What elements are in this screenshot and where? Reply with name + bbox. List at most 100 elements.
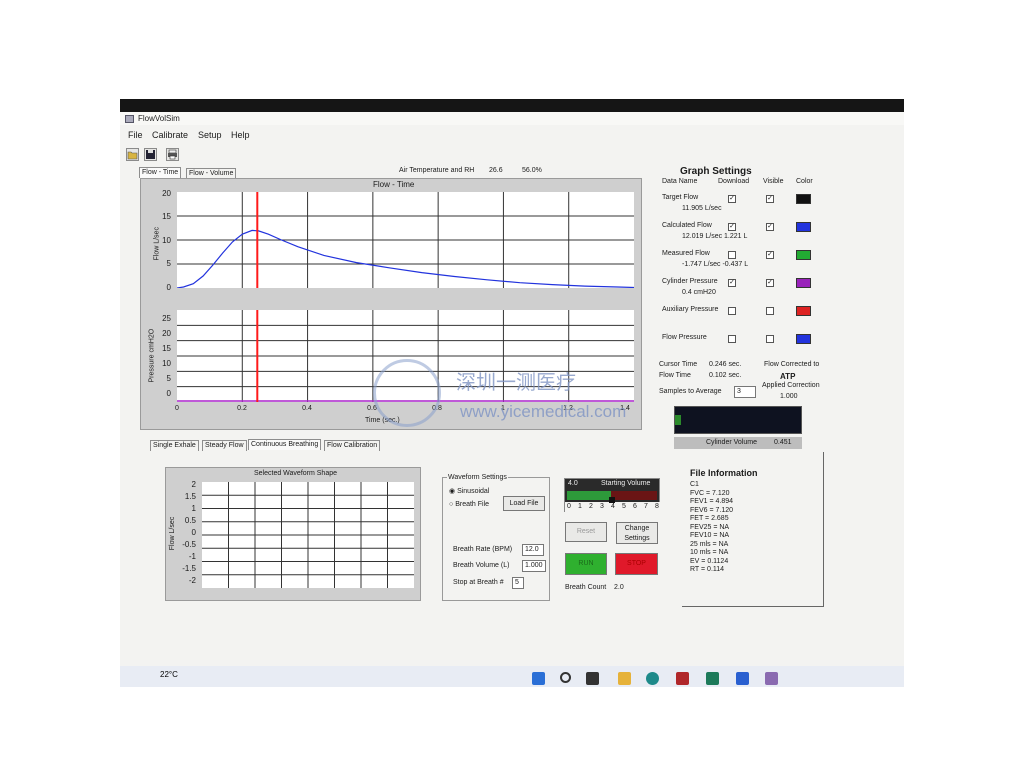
run-button[interactable]: RUN: [565, 553, 607, 575]
download-checkbox[interactable]: [728, 251, 736, 259]
task-view-icon[interactable]: [586, 672, 599, 685]
graph-row-value: 11.905 L/sec: [682, 205, 722, 212]
app-icon-blue[interactable]: [736, 672, 749, 685]
file-info-line: FEV25 = NA: [690, 523, 730, 531]
radio-sinusoidal[interactable]: ◉ Sinusoidal: [449, 487, 489, 495]
menu-file[interactable]: File: [128, 130, 143, 140]
graph-row-value: 0.4 cmH20: [682, 289, 716, 296]
app-window: FlowVolSim File Calibrate Setup Help Flo…: [120, 112, 904, 667]
flow-time-plot[interactable]: [176, 192, 635, 289]
download-checkbox[interactable]: ✓: [728, 223, 736, 231]
menu-setup[interactable]: Setup: [198, 130, 222, 140]
tab-continuous-breathing[interactable]: Continuous Breathing: [248, 439, 322, 450]
windows-start-icon[interactable]: [532, 672, 545, 685]
color-swatch[interactable]: [796, 306, 811, 316]
cylinder-volume-value: 0.451: [774, 439, 792, 446]
change-settings-button[interactable]: Change Settings: [616, 522, 658, 544]
cylinder-volume-label: Cylinder Volume: [706, 439, 757, 446]
flow-ytick: 5: [166, 259, 171, 268]
file-info-line: FEV1 = 4.894: [690, 498, 734, 505]
visible-checkbox[interactable]: [766, 335, 774, 343]
samples-input[interactable]: 3: [734, 386, 756, 398]
file-info-line: 25 mls = NA: [690, 540, 729, 548]
search-icon[interactable]: [560, 672, 571, 683]
download-checkbox[interactable]: ✓: [728, 279, 736, 287]
color-swatch[interactable]: [796, 222, 811, 232]
pressure-ytick: 25: [162, 314, 171, 323]
app-icon-green[interactable]: [706, 672, 719, 685]
file-info-line: FVC = 7.120: [690, 489, 730, 497]
stop-button[interactable]: STOP: [615, 553, 658, 575]
open-folder-icon[interactable]: [126, 148, 139, 161]
wave-ytick: 1: [191, 504, 196, 513]
pressure-ytick: 15: [162, 344, 171, 353]
tab-single-exhale[interactable]: Single Exhale: [150, 440, 199, 451]
color-swatch[interactable]: [796, 278, 811, 288]
file-info-line: FET = 2.685: [690, 515, 729, 522]
reset-button[interactable]: Reset: [565, 522, 607, 542]
color-swatch[interactable]: [796, 250, 811, 260]
download-checkbox[interactable]: ✓: [728, 195, 736, 203]
edge-icon[interactable]: [646, 672, 659, 685]
waveform-chart-title: Selected Waveform Shape: [254, 470, 338, 477]
visible-checkbox[interactable]: ✓: [766, 223, 774, 231]
graph-row-value: 12.019 L/sec 1.221 L: [682, 233, 748, 240]
cylinder-volume-bar: [674, 406, 802, 434]
color-swatch[interactable]: [796, 334, 811, 344]
visible-checkbox[interactable]: ✓: [766, 251, 774, 259]
save-icon[interactable]: [144, 148, 157, 161]
tab-flow-calibration[interactable]: Flow Calibration: [324, 440, 381, 451]
visible-checkbox[interactable]: ✓: [766, 195, 774, 203]
x-tick: 0.4: [302, 405, 312, 412]
volume-scale-tick: 1: [578, 503, 582, 510]
download-checkbox[interactable]: [728, 307, 736, 315]
applied-correction-label: Applied Correction: [762, 382, 820, 389]
breath-rate-label: Breath Rate (BPM): [453, 546, 513, 553]
color-swatch[interactable]: [796, 194, 811, 204]
stop-at-breath-input[interactable]: 5: [512, 577, 524, 589]
app-icon: [125, 115, 134, 123]
volume-slider-thumb[interactable]: [609, 497, 615, 503]
flow-ytick: 0: [166, 283, 171, 292]
load-file-button[interactable]: Load File: [503, 496, 545, 511]
watermark-cn: 深圳一测医疗: [456, 372, 576, 394]
stop-at-breath-label: Stop at Breath #: [453, 579, 504, 586]
graph-row-name: Flow Pressure: [662, 334, 707, 341]
tab-flow-time[interactable]: Flow - Time: [139, 167, 182, 178]
waveform-panel: Selected Waveform Shape Flow L/sec 2 1.5…: [165, 467, 421, 601]
cursor-time-value: 0.246 sec.: [709, 361, 742, 368]
file-info-line: EV = 0.1124: [690, 557, 729, 565]
radio-sinusoidal-label: Sinusoidal: [457, 488, 490, 495]
file-info-line: FEV10 = NA: [690, 532, 730, 539]
title-bar: FlowVolSim: [120, 112, 904, 125]
starting-volume-slider[interactable]: 4.0 Starting Volume 012345678: [564, 478, 661, 512]
menu-help[interactable]: Help: [231, 130, 250, 140]
breath-rate-input[interactable]: 12.0: [522, 544, 544, 556]
graph-row-name: Cylinder Pressure: [662, 278, 718, 285]
tab-steady-flow[interactable]: Steady Flow: [202, 440, 247, 451]
flow-corrected-value: ATP: [780, 372, 796, 381]
file-explorer-icon[interactable]: [618, 672, 631, 685]
visible-checkbox[interactable]: [766, 307, 774, 315]
wave-ytick: 0.5: [184, 516, 196, 525]
volume-scale-tick: 8: [655, 503, 659, 510]
breath-volume-input[interactable]: 1.000: [522, 560, 546, 572]
pressure-y-label: Pressure cmH2O: [148, 328, 156, 383]
col-download: Download: [718, 178, 750, 185]
flow-chart-title: Flow - Time: [373, 180, 415, 189]
cylinder-volume-caption: Cylinder Volume 0.451: [674, 437, 802, 449]
waveform-svg: [202, 482, 414, 588]
volume-scale-tick: 0: [567, 503, 571, 510]
wave-ytick: -2: [188, 576, 196, 585]
radio-breath-file[interactable]: ○ Breath File: [449, 501, 489, 508]
download-checkbox[interactable]: [728, 335, 736, 343]
flow-time-svg: [176, 192, 635, 289]
menu-calibrate[interactable]: Calibrate: [152, 130, 188, 140]
waveform-plot[interactable]: [202, 482, 414, 588]
flowvolsim-taskbar-icon[interactable]: [765, 672, 778, 685]
print-icon[interactable]: [166, 148, 179, 161]
visible-checkbox[interactable]: ✓: [766, 279, 774, 287]
starting-volume-fill: [567, 491, 613, 500]
breath-volume-label: Breath Volume (L): [453, 562, 510, 569]
pdf-icon[interactable]: [676, 672, 689, 685]
